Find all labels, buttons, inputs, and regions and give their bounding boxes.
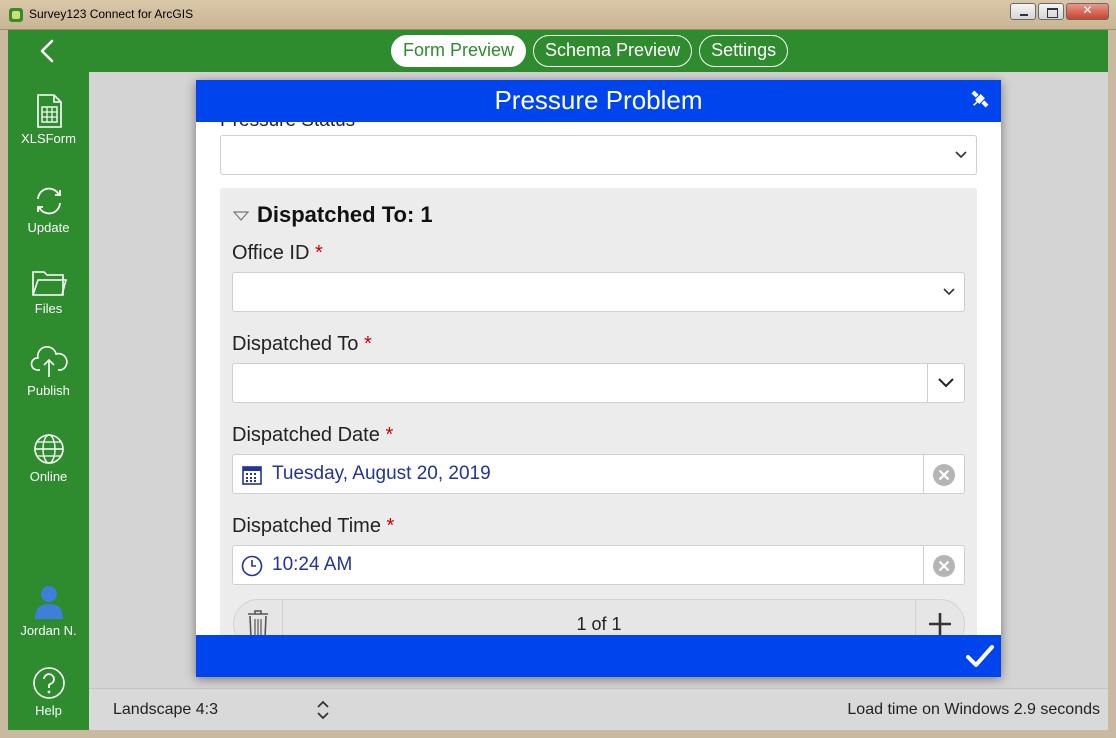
app-icon (9, 8, 23, 22)
repeat-pager: 1 of 1 (233, 599, 965, 635)
clear-icon[interactable] (932, 554, 956, 578)
chevron-down-icon (943, 288, 955, 296)
divider (923, 455, 924, 493)
tab-schema-preview[interactable]: Schema Preview (533, 35, 693, 67)
sidebar-item-publish[interactable]: Publish (8, 342, 89, 398)
dispatched-time-value: 10:24 AM (272, 554, 353, 575)
satellite-icon[interactable] (967, 86, 993, 112)
sidebar-item-label: Publish (27, 383, 70, 398)
dispatched-time-field[interactable]: 10:24 AM (232, 545, 965, 585)
load-time-text: Load time on Windows 2.9 seconds (847, 701, 1100, 718)
back-arrow-icon[interactable] (36, 39, 60, 63)
window-titlebar: Survey123 Connect for ArcGIS (0, 0, 1116, 30)
sidebar-item-update[interactable]: Update (8, 185, 89, 235)
form-preview-window: Pressure Problem Pressure Status (196, 80, 1001, 677)
spreadsheet-icon (36, 94, 62, 128)
field-label-text: Office ID (232, 242, 310, 264)
preview-tabs: Form Preview Schema Preview Settings (391, 35, 789, 67)
sidebar-item-xlsform[interactable]: XLSForm (8, 94, 89, 146)
refresh-icon (36, 187, 61, 215)
divider (927, 364, 928, 402)
pressure-status-select[interactable] (220, 135, 977, 175)
sidebar-item-label: Help (35, 703, 62, 718)
dispatched-to-combobox[interactable] (232, 363, 965, 403)
form-footer (196, 635, 1001, 677)
submit-check-icon[interactable] (965, 642, 995, 670)
form-body: Pressure Status Dispatched To: 1 Office … (196, 122, 1001, 635)
required-mark: * (385, 424, 394, 446)
chevron-down-icon (955, 151, 967, 159)
field-label-text: Dispatched Time (232, 515, 381, 537)
up-down-chevron-icon[interactable] (315, 699, 331, 721)
sidebar-item-help[interactable]: Help (8, 666, 89, 718)
maximize-button[interactable] (1038, 3, 1064, 20)
folder-icon (31, 271, 67, 296)
sidebar-item-label: Online (29, 469, 68, 484)
status-bar: Landscape 4:3 Load time on Windows 2.9 s… (89, 688, 1108, 730)
repeat-title: Dispatched To: 1 (257, 202, 433, 227)
collapse-triangle-icon[interactable] (233, 210, 249, 222)
required-mark: * (363, 333, 372, 355)
required-mark: * (315, 242, 323, 264)
window-title: Survey123 Connect for ArcGIS (29, 7, 194, 21)
sidebar-item-label: Update (27, 220, 70, 235)
sidebar: XLSForm Update Files Publish Online Jord… (8, 72, 89, 730)
divider (923, 546, 924, 584)
dispatched-date-value: Tuesday, August 20, 2019 (272, 463, 491, 484)
close-window-button[interactable] (1066, 3, 1109, 20)
field-label-text: Dispatched Date (232, 424, 380, 446)
sidebar-item-label: XLSForm (21, 131, 76, 146)
pressure-status-label: Pressure Status (220, 122, 355, 132)
dropdown-button-icon[interactable] (937, 377, 955, 389)
divider (915, 600, 916, 635)
sidebar-item-label: Jordan N. (20, 623, 77, 638)
calendar-icon[interactable] (241, 464, 263, 486)
dispatched-date-field[interactable]: Tuesday, August 20, 2019 (232, 454, 965, 494)
clock-icon[interactable] (241, 555, 263, 577)
tab-settings[interactable]: Settings (699, 35, 789, 67)
top-bar: Form Preview Schema Preview Settings (8, 30, 1108, 72)
form-title: Pressure Problem (494, 85, 703, 115)
dispatched-date-label: Dispatched Date * (232, 424, 393, 447)
dispatched-time-label: Dispatched Time * (232, 515, 394, 538)
help-icon (32, 667, 65, 699)
tab-form-preview[interactable]: Form Preview (391, 35, 527, 67)
required-mark: * (386, 515, 395, 537)
pager-count: 1 of 1 (576, 614, 622, 634)
sidebar-item-files[interactable]: Files (8, 268, 89, 316)
clear-icon[interactable] (932, 463, 956, 487)
sidebar-item-user[interactable]: Jordan N. (8, 584, 89, 638)
dispatched-to-label: Dispatched To * (232, 333, 372, 356)
user-icon (34, 586, 63, 619)
sidebar-item-label: Files (34, 301, 63, 316)
office-id-select[interactable] (232, 272, 965, 312)
sidebar-item-online[interactable]: Online (8, 432, 89, 484)
minimize-button[interactable] (1010, 3, 1036, 20)
orientation-label: Landscape 4:3 (113, 701, 218, 718)
add-icon[interactable] (928, 612, 952, 635)
cloud-upload-icon (30, 345, 68, 377)
office-id-label: Office ID * (232, 242, 323, 265)
field-label-text: Dispatched To (232, 333, 359, 355)
globe-icon (33, 434, 64, 464)
app-client-area: Form Preview Schema Preview Settings XLS… (8, 30, 1108, 730)
form-header: Pressure Problem (196, 80, 1001, 122)
